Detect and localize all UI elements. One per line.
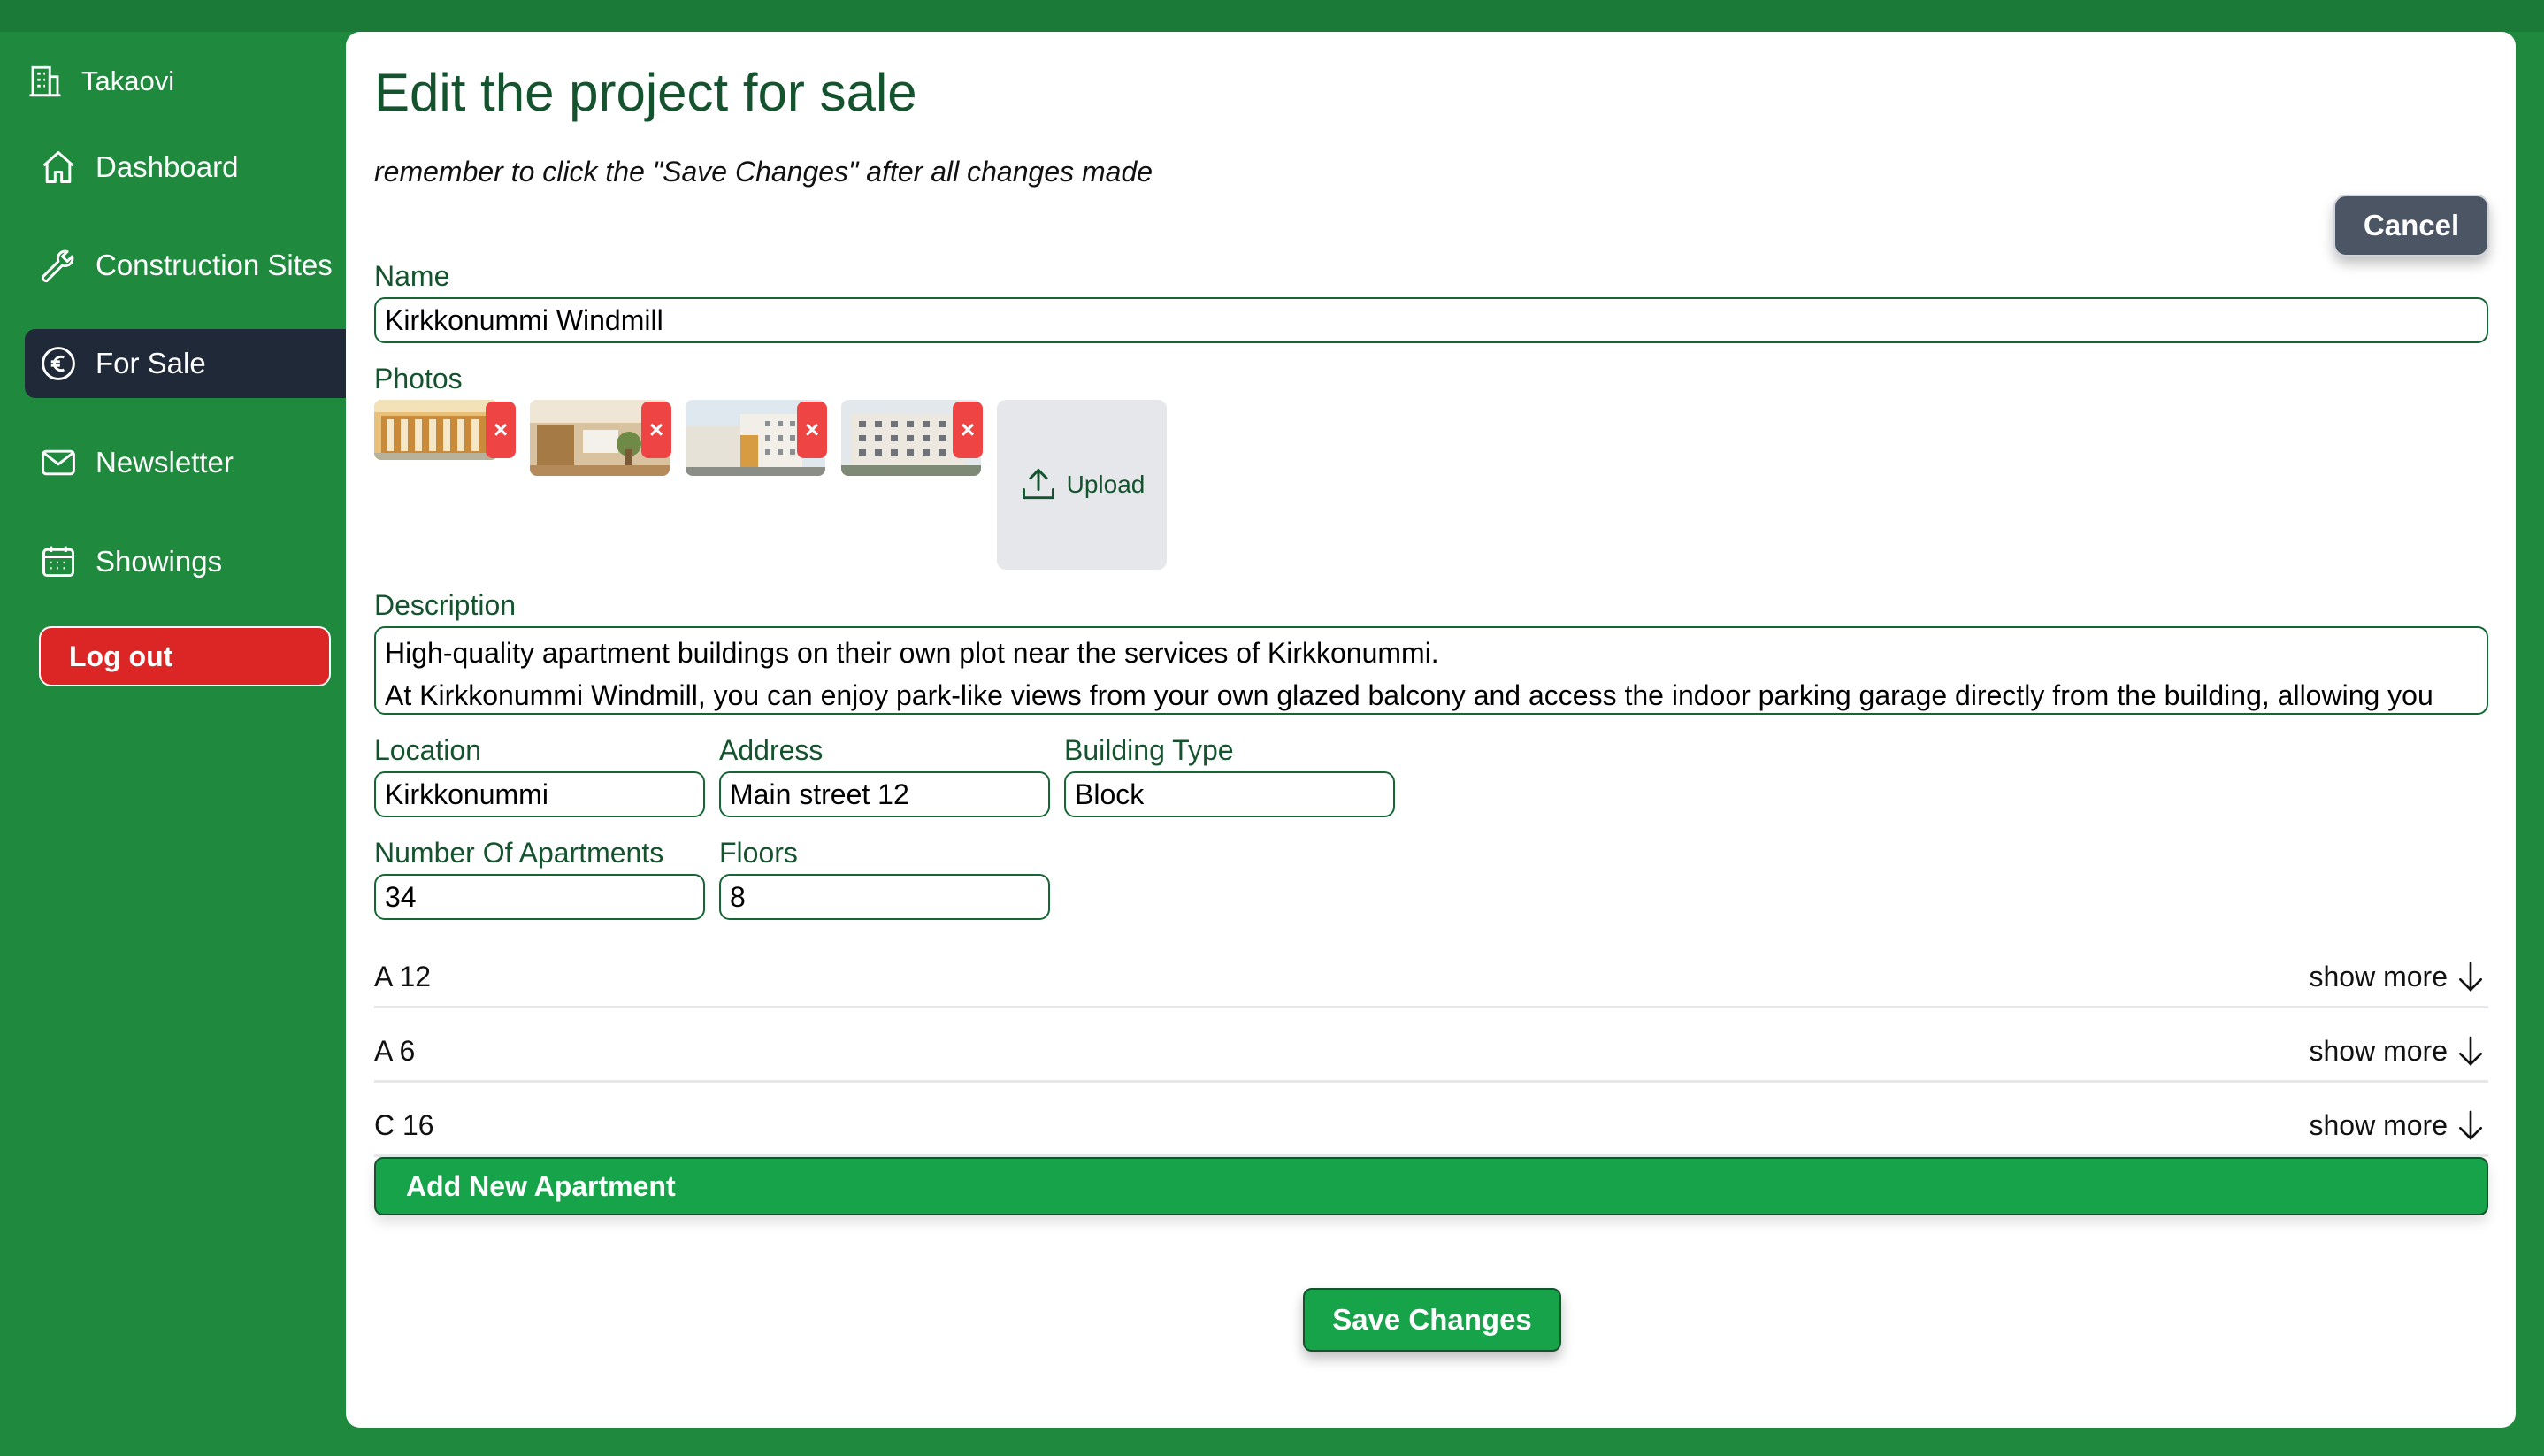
building-photo-1 <box>374 400 498 460</box>
apartments-count-label: Number Of Apartments <box>374 837 664 869</box>
save-changes-button[interactable]: Save Changes <box>1303 1288 1561 1352</box>
arrow-down-icon <box>2459 1036 2482 1066</box>
remove-photo-button[interactable]: × <box>641 402 671 458</box>
building-type-label: Building Type <box>1064 734 1234 766</box>
calendar-icon <box>42 546 74 578</box>
sidebar-item-label: Showings <box>96 545 223 578</box>
name-label: Name <box>374 260 450 292</box>
logout-button[interactable]: Log out <box>39 626 331 686</box>
wrench-icon <box>41 249 74 283</box>
sidebar-item-for-sale[interactable]: For Sale <box>25 329 347 398</box>
top-band <box>0 0 2544 32</box>
add-new-apartment-button[interactable]: Add New Apartment <box>374 1157 2488 1215</box>
floors-label: Floors <box>719 837 798 869</box>
description-line: At Kirkkonummi Windmill, you can enjoy p… <box>385 679 2433 711</box>
sidebar-item-label: Dashboard <box>96 150 239 183</box>
euro-icon <box>42 347 75 380</box>
address-input[interactable]: Main street 12 <box>719 771 1050 817</box>
apartment-row: A 6 show more <box>374 1026 2488 1083</box>
building-type-input[interactable]: Block <box>1064 771 1395 817</box>
home-icon <box>42 151 74 183</box>
sidebar-item-label: Newsletter <box>96 446 234 479</box>
apartment-name: A 6 <box>374 1035 416 1067</box>
arrow-down-icon <box>2459 1110 2482 1140</box>
location-input[interactable]: Kirkkonummi <box>374 771 705 817</box>
sidebar-item-dashboard[interactable]: Dashboard <box>25 133 347 202</box>
arrow-down-icon <box>2459 962 2482 992</box>
address-label: Address <box>719 734 824 766</box>
mail-icon <box>42 449 75 476</box>
upload-photo-button[interactable]: Upload <box>997 400 1167 570</box>
sidebar-item-label: Construction Sites <box>96 249 333 281</box>
description-textarea[interactable]: High-quality apartment buildings on thei… <box>374 626 2488 715</box>
show-more-toggle[interactable]: show more <box>2310 959 2489 994</box>
description-label: Description <box>374 589 517 621</box>
show-more-label: show more <box>2309 1108 2448 1141</box>
save-reminder: remember to click the "Save Changes" aft… <box>374 156 1153 188</box>
building-icon <box>29 65 61 97</box>
photos-label: Photos <box>374 363 463 395</box>
photo-thumbnail <box>374 400 498 460</box>
sidebar-item-newsletter[interactable]: Newsletter <box>25 428 347 497</box>
apartment-row: A 12 show more <box>374 952 2488 1008</box>
page-title: Edit the project for sale <box>374 63 917 122</box>
edit-project-card: Edit the project for sale remember to cl… <box>346 32 2516 1428</box>
show-more-label: show more <box>2309 1034 2448 1067</box>
remove-photo-button[interactable]: × <box>486 402 516 458</box>
location-label: Location <box>374 734 481 766</box>
brand[interactable]: Takaovi <box>27 62 174 101</box>
remove-photo-button[interactable]: × <box>953 402 983 458</box>
upload-icon <box>1022 469 1054 500</box>
show-more-label: show more <box>2309 960 2448 992</box>
sidebar-item-showings[interactable]: Showings <box>25 527 347 596</box>
show-more-toggle[interactable]: show more <box>2310 1033 2489 1069</box>
apartment-name: C 16 <box>374 1109 434 1141</box>
description-line: High-quality apartment buildings on thei… <box>385 637 1439 669</box>
name-input[interactable]: Kirkkonummi Windmill <box>374 297 2488 343</box>
remove-photo-button[interactable]: × <box>797 402 827 458</box>
cancel-button[interactable]: Cancel <box>2333 195 2489 257</box>
apartments-count-input[interactable]: 34 <box>374 874 705 920</box>
sidebar: Takaovi Dashboard Construction Sites For… <box>0 0 347 1456</box>
sidebar-item-label: For Sale <box>96 347 206 379</box>
apartment-row: C 16 show more <box>374 1100 2488 1157</box>
show-more-toggle[interactable]: show more <box>2310 1107 2489 1143</box>
upload-label: Upload <box>1066 471 1146 498</box>
sidebar-item-construction-sites[interactable]: Construction Sites <box>25 231 347 300</box>
apartment-name: A 12 <box>374 961 432 992</box>
brand-name: Takaovi <box>81 65 175 96</box>
floors-input[interactable]: 8 <box>719 874 1050 920</box>
